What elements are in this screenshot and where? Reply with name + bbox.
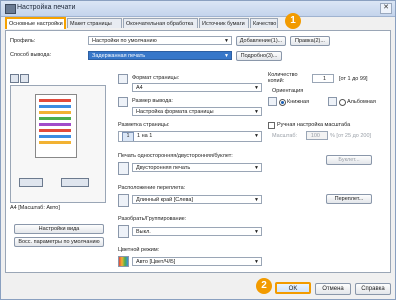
booklet-button[interactable]: Буклет... (326, 155, 372, 165)
preview-stripe (39, 105, 71, 108)
window-title: Настройка печати (17, 4, 76, 11)
printer-icon (5, 4, 16, 14)
preview-stripe (39, 141, 71, 144)
view-settings-button[interactable]: Настройки вида (14, 224, 104, 234)
binding-label: Расположение переплета: (118, 185, 186, 191)
manual-scale-checkbox[interactable] (268, 122, 275, 129)
duplex-select[interactable]: Двусторонняя печать ▼ (132, 163, 262, 172)
callout-badge-2: 2 (256, 278, 272, 294)
chevron-down-icon: ▼ (224, 38, 229, 44)
chevron-down-icon: ▼ (254, 165, 259, 171)
callout-badge-1: 1 (285, 13, 301, 29)
collate-select[interactable]: Выкл. ▼ (132, 227, 262, 236)
preview-stripe (39, 135, 71, 138)
color-mode-select[interactable]: Авто [Цвет/Ч/Б] ▼ (132, 257, 262, 266)
landscape-radio[interactable] (339, 99, 346, 106)
tab-quality[interactable]: Качество (250, 18, 278, 28)
tab-paper-source[interactable]: Источник бумаги (199, 18, 249, 28)
paper-preview (35, 94, 77, 158)
chevron-down-icon: ▼ (254, 85, 259, 91)
collate-value: Выкл. (136, 229, 151, 235)
output-method-value: Задержанная печать (92, 53, 146, 59)
tab-finishing[interactable]: Окончательная обработка (123, 18, 198, 28)
tab-basic-settings[interactable]: Основные настройки (5, 17, 66, 29)
collate-label: Разобрать/Группирование: (118, 216, 187, 222)
color-mode-icon (118, 256, 129, 267)
page-format-select[interactable]: A4 ▼ (132, 83, 262, 92)
chevron-down-icon: ▼ (254, 133, 259, 139)
landscape-icon (328, 97, 337, 106)
copies-range: [от 1 до 99] (339, 76, 368, 82)
chevron-down-icon: ▼ (224, 53, 229, 59)
profile-value: Настройки по умолчанию (92, 38, 157, 44)
page-layout-select[interactable]: 11 на 1 ▼ (118, 131, 262, 142)
scale-stepper[interactable]: 100 (306, 131, 328, 140)
page-format-icon (118, 74, 128, 84)
restore-defaults-button[interactable]: Восс. параметры по умолчанию (14, 237, 104, 247)
ok-button[interactable]: OK (275, 282, 311, 294)
close-button[interactable]: ✕ (380, 3, 392, 14)
scale-range: % [от 25 до 200] (330, 133, 372, 139)
cancel-button[interactable]: Отмена (315, 283, 351, 295)
duplex-layout-icon[interactable] (61, 178, 89, 187)
chevron-down-icon: ▼ (254, 229, 259, 235)
output-size-select[interactable]: Настройка формата страницы ▼ (132, 107, 262, 116)
chevron-down-icon: ▼ (254, 259, 259, 265)
duplex-label: Печать односторонняя/двусторонняя/буклет… (118, 153, 233, 159)
chevron-down-icon: ▼ (254, 109, 259, 115)
portrait-radio[interactable] (279, 99, 286, 106)
page-format-value: A4 (136, 85, 143, 91)
manual-scale-label: Ручная настройка масштаба (277, 122, 351, 128)
layout-1on1-icon: 1 (122, 132, 134, 141)
settings-panel: Профиль: Настройки по умолчанию ▼ Добавле… (5, 30, 391, 273)
print-settings-window: Настройка печати ✕ Основные настройки Ма… (0, 0, 396, 300)
edit-profile-button[interactable]: Правка(2)... (290, 36, 330, 46)
page-format-label: Формат страницы: (132, 75, 180, 81)
add-profile-button[interactable]: Добавление(1)... (236, 36, 286, 46)
preview-area (10, 85, 106, 203)
settings-view-icon[interactable] (20, 74, 29, 83)
landscape-label: Альбомная (347, 99, 376, 105)
output-method-select[interactable]: Задержанная печать ▼ (88, 51, 232, 60)
portrait-layout-icon[interactable] (19, 178, 43, 187)
preview-stripe (39, 111, 71, 114)
output-size-icon (118, 97, 128, 107)
orientation-label: Ориентация (272, 88, 304, 94)
tab-page-layout[interactable]: Макет страницы (67, 18, 122, 28)
help-button[interactable]: Справка (355, 283, 391, 295)
preview-stripe (39, 99, 71, 102)
collate-icon (118, 225, 129, 238)
output-size-label: Размер вывода: (132, 98, 173, 104)
gutter-button[interactable]: Переплет... (326, 194, 372, 204)
copies-stepper[interactable]: 1 (312, 74, 334, 83)
profile-label: Профиль: (10, 38, 36, 44)
copies-label: Количество копий: (268, 72, 298, 84)
title-bar: Настройка печати ✕ (1, 1, 395, 17)
preview-stripe (39, 129, 71, 132)
page-layout-label: Разметка страницы: (118, 122, 170, 128)
binding-value: Длинный край [Слева] (136, 197, 193, 203)
page-view-icon[interactable] (10, 74, 19, 83)
duplex-icon (118, 162, 129, 175)
preview-stripe (39, 117, 71, 120)
output-size-value: Настройка формата страницы (136, 109, 214, 115)
chevron-down-icon: ▼ (254, 197, 259, 203)
portrait-label: Книжная (287, 99, 310, 105)
output-method-label: Способ вывода: (10, 52, 52, 58)
details-button[interactable]: Подробно(3)... (236, 51, 282, 61)
profile-select[interactable]: Настройки по умолчанию ▼ (88, 36, 232, 45)
portrait-icon (268, 97, 277, 106)
scale-label: Масштаб: (272, 133, 298, 139)
binding-icon (118, 194, 129, 207)
page-layout-value: 1 на 1 (137, 133, 153, 139)
color-mode-label: Цветной режим: (118, 247, 160, 253)
binding-select[interactable]: Длинный край [Слева] ▼ (132, 195, 262, 204)
color-mode-value: Авто [Цвет/Ч/Б] (136, 259, 176, 265)
duplex-value: Двусторонняя печать (136, 165, 191, 171)
preview-stripe (39, 123, 71, 126)
preview-caption: A4 [Масштаб: Авто] (10, 205, 60, 211)
